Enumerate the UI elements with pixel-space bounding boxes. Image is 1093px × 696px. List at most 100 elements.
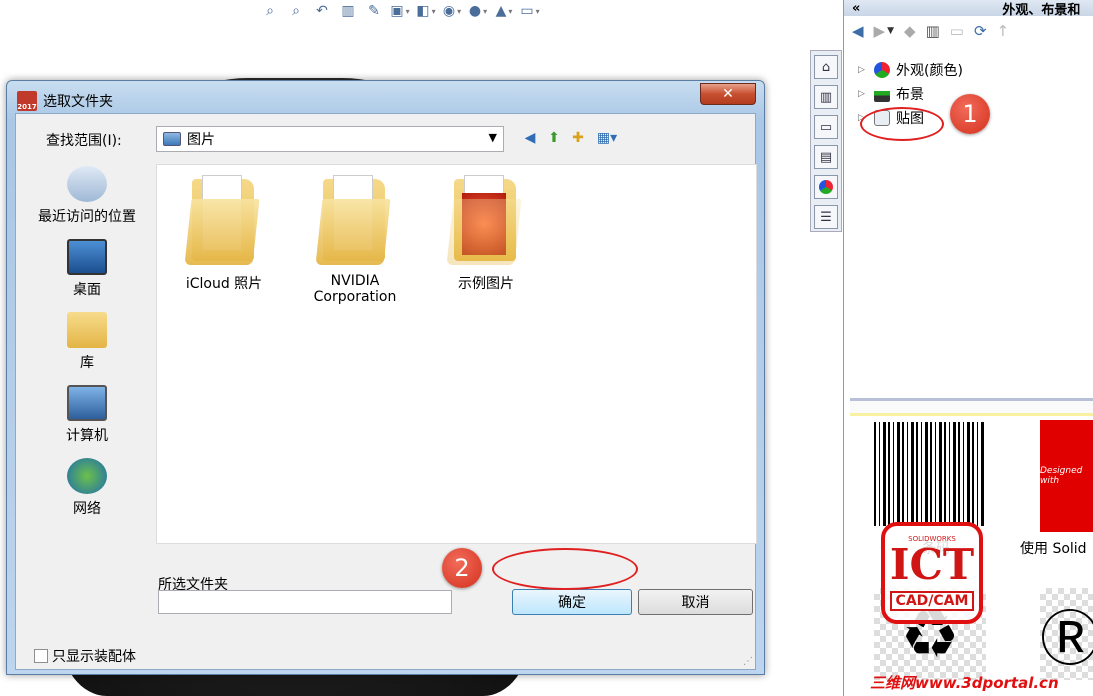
zoom-area-icon[interactable]: ⌕: [286, 2, 306, 20]
add-to-library-icon[interactable]: ◆: [904, 22, 916, 40]
place-network[interactable]: 网络: [28, 458, 146, 518]
look-in-label: 查找范围(I):: [46, 133, 122, 149]
design-library-tab-icon[interactable]: ▥: [814, 85, 838, 109]
dialog-titlebar: 2017 选取文件夹: [17, 89, 113, 113]
watermark-big: ICT: [889, 540, 975, 589]
select-folder-dialog: 2017 选取文件夹 ✕ 查找范围(I): 图片 ▼ ◀ ⬆ ✚ ▦▾ 最近访问…: [6, 80, 765, 675]
place-desktop[interactable]: 桌面: [28, 239, 146, 299]
appearances-tab-icon[interactable]: [814, 175, 838, 199]
close-button[interactable]: ✕: [700, 83, 756, 105]
highlight-ellipse: [860, 107, 944, 141]
folder-icon: [315, 173, 391, 265]
look-in-value: 图片: [187, 132, 215, 148]
home-tab-icon[interactable]: ⌂: [814, 55, 838, 79]
ict-watermark-logo: SOLIDWORKS ICT CAD/CAM: [881, 522, 983, 624]
chevron-down-icon[interactable]: ▼: [887, 26, 894, 36]
place-recent[interactable]: 最近访问的位置: [28, 166, 146, 226]
libraries-icon: [67, 312, 107, 348]
place-label: 桌面: [73, 282, 101, 298]
thumbnail-label: 使用 Solid: [1020, 541, 1087, 557]
place-label: 库: [80, 355, 94, 371]
pane-title: 外观、布景和: [1002, 2, 1081, 17]
recent-places-icon: [67, 166, 107, 202]
refresh-icon[interactable]: ⟳: [974, 22, 987, 40]
up-folder-icon[interactable]: ⬆: [544, 128, 564, 148]
hide-show-icon[interactable]: ◉: [442, 2, 462, 20]
computer-icon: [67, 385, 107, 421]
pane-header: « 外观、布景和: [844, 0, 1093, 16]
tree-item-appearances[interactable]: ▷ 外观(颜色): [858, 60, 963, 80]
expand-icon[interactable]: ▷: [858, 89, 868, 99]
folder-item[interactable]: iCloud 照片: [169, 173, 279, 293]
pane-toolbar: ◀ ▶ ▼ ◆ ▥ ▭ ⟳ ↑: [852, 22, 1009, 40]
folder-label: 示例图片: [458, 276, 514, 292]
folder-icon[interactable]: ▭: [950, 22, 964, 40]
tree-label: 外观(颜色): [896, 63, 963, 79]
folder-label: iCloud 照片: [185, 276, 263, 292]
tree-item-scenes[interactable]: ▷ 布景: [858, 84, 924, 104]
edit-appearance-icon[interactable]: ●: [468, 2, 488, 20]
task-pane-tabs: ⌂ ▥ ▭ ▤ ☰: [810, 50, 842, 232]
look-in-dropdown[interactable]: 图片 ▼: [156, 126, 504, 152]
pane-splitter[interactable]: [850, 398, 1093, 416]
previous-view-icon[interactable]: ↶: [312, 2, 332, 20]
display-style-icon[interactable]: ◧: [416, 2, 436, 20]
view-menu-icon[interactable]: ▦▾: [592, 128, 622, 148]
network-icon: [67, 458, 107, 494]
dynamic-annotation-icon[interactable]: ✎: [364, 2, 384, 20]
view-orientation-icon[interactable]: ▣: [390, 2, 410, 20]
step-badge-1: 1: [950, 94, 990, 134]
folder-item[interactable]: 示例图片: [431, 173, 541, 293]
place-computer[interactable]: 计算机: [28, 385, 146, 445]
picture-folder-icon: [446, 173, 522, 265]
apply-scene-icon[interactable]: ▲: [494, 2, 514, 20]
step-badge-2: 2: [442, 548, 482, 588]
new-folder-icon[interactable]: ✚: [568, 128, 588, 148]
solidworks-logo-icon: 2017: [17, 91, 37, 111]
view-palette-tab-icon[interactable]: ▤: [814, 145, 838, 169]
folder-label: NVIDIA Corporation: [313, 273, 397, 305]
dialog-title: 选取文件夹: [43, 94, 113, 110]
barcode-decal-thumbnail[interactable]: [874, 422, 984, 526]
highlight-ellipse: [492, 548, 638, 590]
checkbox-box[interactable]: [34, 649, 48, 663]
zoom-to-fit-icon[interactable]: ⌕: [260, 2, 280, 20]
place-label: 网络: [73, 501, 101, 517]
watermark-url: 三维网www.3dportal.cn: [870, 674, 1059, 692]
pictures-icon: [163, 132, 181, 146]
forward-icon[interactable]: ▶: [874, 22, 886, 40]
up-icon[interactable]: ↑: [997, 22, 1010, 40]
scene-icon: [874, 86, 890, 102]
back-icon[interactable]: ◀: [852, 22, 864, 40]
dialog-client-area: 查找范围(I): 图片 ▼ ◀ ⬆ ✚ ▦▾ 最近访问的位置 桌面 库 计算机 …: [15, 113, 757, 670]
collapse-icon[interactable]: «: [852, 1, 860, 16]
file-explorer-tab-icon[interactable]: ▭: [814, 115, 838, 139]
section-view-icon[interactable]: ▥: [338, 2, 358, 20]
watermark-small: CAD/CAM: [889, 591, 975, 611]
desktop-icon: [67, 239, 107, 275]
assemblies-only-checkbox[interactable]: 只显示装配体: [34, 646, 136, 666]
checkbox-label: 只显示装配体: [52, 649, 136, 665]
expand-icon[interactable]: ▷: [858, 65, 868, 75]
place-label: 最近访问的位置: [38, 209, 136, 225]
library-icon[interactable]: ▥: [926, 22, 940, 40]
place-label: 计算机: [66, 428, 108, 444]
back-icon[interactable]: ◀: [520, 128, 540, 148]
designed-with-solidworks-thumbnail[interactable]: Designed with: [1040, 420, 1093, 532]
view-settings-icon[interactable]: ▭: [520, 2, 540, 20]
tree-label: 布景: [896, 87, 924, 103]
chevron-down-icon: ▼: [488, 131, 497, 144]
heads-up-view-toolbar: ⌕ ⌕ ↶ ▥ ✎ ▣ ◧ ◉ ● ▲ ▭: [260, 0, 630, 22]
ok-button[interactable]: 确定: [512, 589, 632, 615]
cancel-button[interactable]: 取消: [638, 589, 753, 615]
folder-item[interactable]: NVIDIA Corporation: [300, 173, 410, 305]
place-libraries[interactable]: 库: [28, 312, 146, 372]
appearance-icon: [874, 62, 890, 78]
selected-folder-input[interactable]: [158, 590, 452, 614]
resize-grip-icon[interactable]: ⋰: [743, 656, 753, 667]
folder-list: iCloud 照片 NVIDIA Corporation 示例图片: [156, 164, 757, 544]
custom-properties-tab-icon[interactable]: ☰: [814, 205, 838, 229]
folder-icon: [184, 173, 260, 265]
registered-decal-thumbnail[interactable]: Ⓡ: [1040, 588, 1093, 680]
places-bar: 最近访问的位置 桌面 库 计算机 网络: [28, 164, 146, 604]
